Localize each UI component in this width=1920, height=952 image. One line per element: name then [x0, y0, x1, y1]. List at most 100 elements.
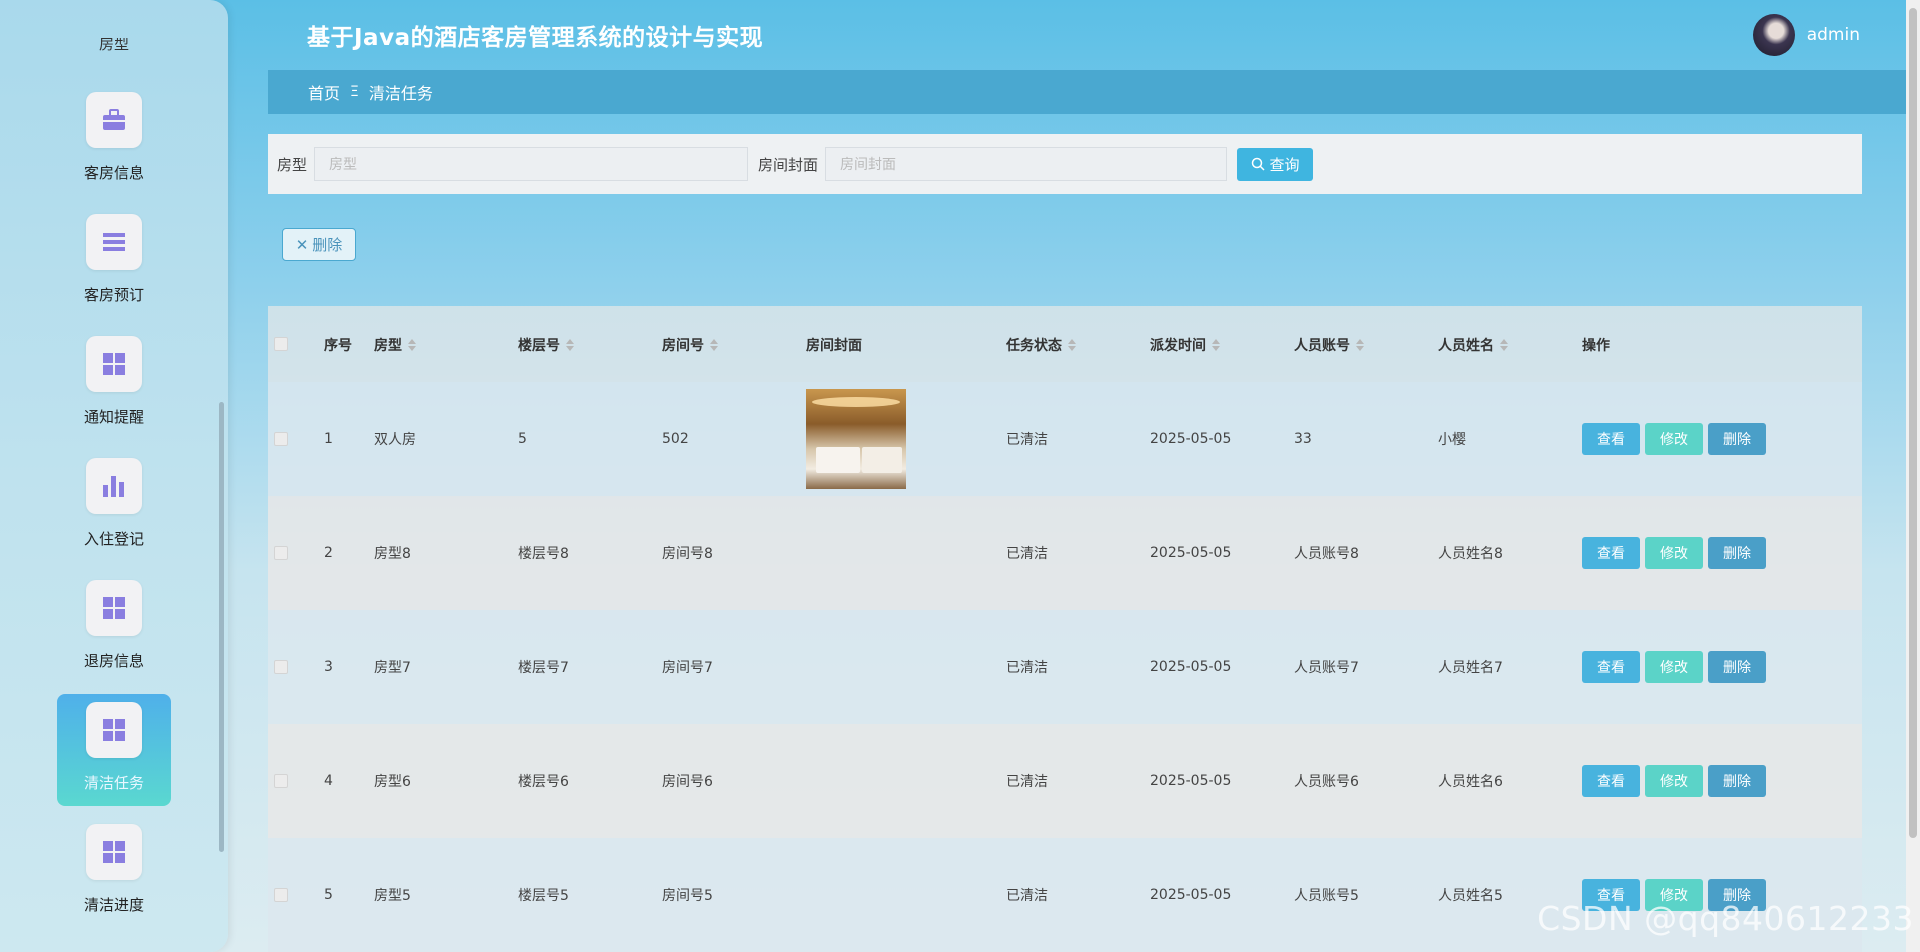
delete-button[interactable]: 删除 [1708, 537, 1766, 569]
cell-name: 人员姓名6 [1438, 774, 1503, 790]
page-scrollbar-thumb[interactable] [1909, 8, 1917, 838]
column-header-sortable[interactable]: 楼层号 [518, 335, 574, 355]
grid-icon [86, 824, 142, 880]
cell-name: 人员姓名5 [1438, 888, 1503, 904]
row-checkbox[interactable] [274, 660, 288, 674]
sort-icon[interactable] [1356, 339, 1364, 351]
sidebar-item-label: 清洁任务 [83, 774, 144, 792]
sort-icon[interactable] [710, 339, 718, 351]
user-menu[interactable]: admin [1752, 14, 1860, 56]
breadcrumb: 首页 Ξ 清洁任务 [268, 70, 1906, 114]
edit-button[interactable]: 修改 [1645, 423, 1703, 455]
cell-status: 已清洁 [1006, 774, 1048, 790]
row-checkbox[interactable] [274, 546, 288, 560]
edit-button[interactable]: 修改 [1645, 537, 1703, 569]
table-header: 序号 房型 楼层号 房间号 房间封面 任务状态 派发时间 人员账号 人员姓名 操… [268, 306, 1862, 382]
delete-button[interactable]: 删除 [1708, 651, 1766, 683]
search-icon [1251, 157, 1265, 171]
cell-name: 人员姓名8 [1438, 546, 1503, 562]
row-checkbox[interactable] [274, 774, 288, 788]
cell-account: 人员账号5 [1294, 888, 1359, 904]
cell-floor: 楼层号6 [518, 774, 569, 790]
sidebar-item-label: 客房预订 [83, 286, 144, 304]
cell-time: 2025-05-05 [1150, 773, 1232, 789]
sort-icon[interactable] [566, 339, 574, 351]
column-header-sortable[interactable]: 房间号 [662, 335, 718, 355]
cell-no: 5 [324, 887, 333, 903]
cell-status: 已清洁 [1006, 432, 1048, 448]
cell-name: 人员姓名7 [1438, 660, 1503, 676]
sidebar: 房型 客房信息 客房预订 通知提醒 入住登记 退房信息 清洁任务 清洁进度 [0, 0, 228, 952]
cell-room-type: 房型8 [374, 546, 411, 562]
sidebar-scrollbar[interactable] [219, 402, 224, 852]
sidebar-item-label: 入住登记 [83, 530, 144, 548]
sidebar-item-label: 通知提醒 [83, 408, 144, 426]
view-button[interactable]: 查看 [1582, 537, 1640, 569]
breadcrumb-separator: Ξ [350, 84, 359, 100]
sidebar-item-partial[interactable]: 房型 [0, 38, 228, 58]
column-header-sortable[interactable]: 人员姓名 [1438, 335, 1508, 355]
column-header-sortable[interactable]: 房型 [374, 335, 416, 355]
batch-delete-button[interactable]: ✕ 删除 [282, 228, 356, 261]
column-header-sortable[interactable]: 派发时间 [1150, 335, 1220, 355]
view-button[interactable]: 查看 [1582, 423, 1640, 455]
column-header: 房间封面 [806, 338, 862, 354]
column-header-sortable[interactable]: 人员账号 [1294, 335, 1364, 355]
room-cover-image[interactable] [806, 389, 906, 489]
search-button[interactable]: 查询 [1237, 147, 1314, 181]
room-type-label: 房型 [277, 155, 308, 174]
edit-button[interactable]: 修改 [1645, 765, 1703, 797]
sidebar-item-cleaning-task[interactable]: 清洁任务 [57, 694, 171, 806]
breadcrumb-current: 清洁任务 [368, 84, 433, 103]
sidebar-item-notice[interactable]: 通知提醒 [57, 328, 171, 440]
sidebar-item-cleaning-progress[interactable]: 清洁进度 [57, 816, 171, 928]
cover-label: 房间封面 [758, 155, 819, 174]
cell-no: 3 [324, 659, 333, 675]
sidebar-item-room-info[interactable]: 客房信息 [57, 84, 171, 196]
username[interactable]: admin [1807, 25, 1860, 45]
data-table: 序号 房型 楼层号 房间号 房间封面 任务状态 派发时间 人员账号 人员姓名 操… [268, 306, 1862, 952]
select-all-checkbox[interactable] [274, 337, 288, 351]
bar-chart-icon [86, 458, 142, 514]
column-header-sortable[interactable]: 任务状态 [1006, 335, 1076, 355]
app-title: 基于Java的酒店客房管理系统的设计与实现 [307, 25, 764, 51]
view-button[interactable]: 查看 [1582, 765, 1640, 797]
cell-status: 已清洁 [1006, 546, 1048, 562]
page-scrollbar[interactable] [1906, 0, 1920, 952]
sidebar-item-checkout[interactable]: 退房信息 [57, 572, 171, 684]
list-icon [86, 214, 142, 270]
sidebar-item-label: 退房信息 [83, 652, 144, 670]
row-checkbox[interactable] [274, 432, 288, 446]
delete-button[interactable]: 删除 [1708, 423, 1766, 455]
column-header: 操作 [1582, 338, 1610, 354]
edit-button[interactable]: 修改 [1645, 651, 1703, 683]
cell-no: 4 [324, 773, 333, 789]
cell-room-no: 502 [662, 431, 689, 447]
avatar[interactable] [1752, 14, 1795, 56]
sidebar-item-checkin[interactable]: 入住登记 [57, 450, 171, 562]
sidebar-item-room-booking[interactable]: 客房预订 [57, 206, 171, 318]
search-button-label: 查询 [1269, 155, 1300, 174]
sort-icon[interactable] [408, 339, 416, 351]
room-type-input[interactable]: 房型 [314, 147, 749, 181]
cell-room-no: 房间号6 [662, 774, 713, 790]
sort-icon[interactable] [1212, 339, 1220, 351]
cell-time: 2025-05-05 [1150, 545, 1232, 561]
cell-room-type: 双人房 [374, 432, 416, 448]
row-checkbox[interactable] [274, 888, 288, 902]
breadcrumb-home[interactable]: 首页 [308, 80, 340, 104]
cell-floor: 楼层号8 [518, 546, 569, 562]
cell-time: 2025-05-05 [1150, 659, 1232, 675]
cover-input[interactable]: 房间封面 [825, 147, 1228, 181]
sidebar-item-label: 客房信息 [83, 164, 144, 182]
view-button[interactable]: 查看 [1582, 651, 1640, 683]
sort-icon[interactable] [1068, 339, 1076, 351]
search-panel: 房型 房型 房间封面 房间封面 查询 [268, 134, 1862, 194]
table-row: 3 房型7 楼层号7 房间号7 已清洁 2025-05-05 人员账号7 人员姓… [268, 610, 1862, 724]
sort-icon[interactable] [1500, 339, 1508, 351]
close-icon: ✕ [295, 235, 309, 254]
cell-status: 已清洁 [1006, 888, 1048, 904]
delete-button[interactable]: 删除 [1708, 765, 1766, 797]
grid-icon [86, 702, 142, 758]
grid-icon [86, 580, 142, 636]
